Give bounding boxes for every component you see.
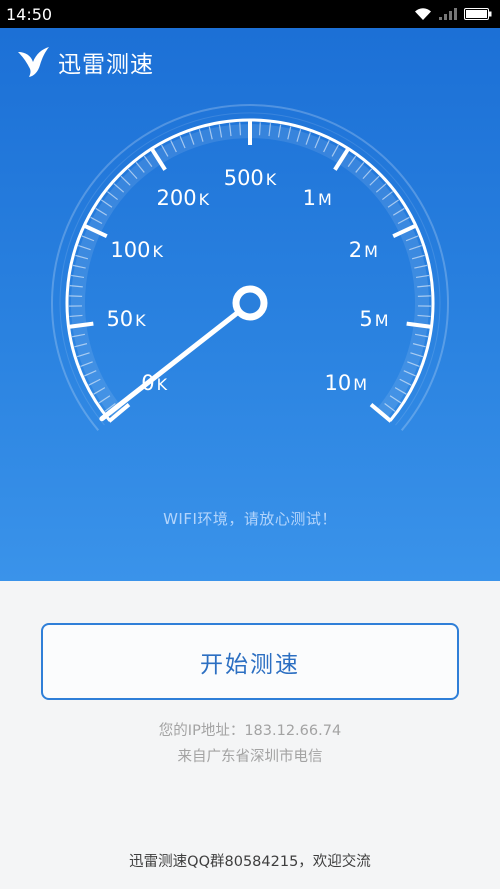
- gauge-label: 100 K: [110, 238, 163, 262]
- gauge-label-value: 50: [106, 307, 134, 332]
- gauge-label: 5M: [359, 307, 388, 331]
- gauge-label-value: 0: [141, 371, 155, 396]
- gauge-label-unit: M: [317, 189, 332, 209]
- ip-location-text: 来自广东省深圳市电信: [177, 749, 323, 765]
- gauge-label-value: 10: [324, 371, 352, 396]
- ip-info: 您的IP地址：183.12.66.74 来自广东省深圳市电信: [0, 718, 500, 770]
- footer-qq-group: 迅雷测速QQ群80584215，欢迎交流: [129, 854, 371, 870]
- gauge-outer-ring-inner: [59, 112, 441, 426]
- battery-icon: [464, 8, 492, 20]
- gauge-needle-hub: [232, 285, 268, 321]
- gauge-label-unit: K: [135, 311, 146, 331]
- gauge-label-unit: M: [364, 242, 378, 262]
- gauge-label-unit: M: [353, 375, 368, 395]
- ip-address-text: 您的IP地址：183.12.66.74: [158, 723, 342, 739]
- gauge-label-unit: K: [152, 242, 164, 262]
- gauge-label-unit: M: [374, 311, 389, 331]
- speed-gauge: [51, 104, 449, 431]
- gauge-outer-ring: [51, 104, 449, 431]
- gauge-label: 200 K: [157, 186, 210, 210]
- status-time: 14:50: [6, 4, 53, 24]
- gauge-minor-tick: [69, 295, 83, 298]
- gauge-major-tick: [67, 321, 94, 329]
- gauge-minor-tick: [417, 295, 431, 298]
- gauge-label-value: 200: [156, 185, 197, 210]
- gauge-label: 2M: [349, 238, 378, 262]
- gauge-label-unit: K: [198, 189, 210, 209]
- start-test-button[interactable]: 开始测速: [41, 623, 459, 700]
- status-icons: [414, 0, 492, 28]
- gauge-minor-tick: [258, 122, 261, 136]
- gauge-label: 10 M: [324, 371, 367, 395]
- network-hint: WIFI环境，请放心测试！: [163, 510, 337, 528]
- gauge-label-unit: K: [265, 170, 277, 189]
- speed-gauge-panel: 迅雷测速 0 K 50 K 100 K 200 K 500 K 1 M 2 M 5 M 10 M WIFI环境，请…: [0, 28, 500, 581]
- gauge-label: 1M: [303, 186, 332, 210]
- gauge-label-value: 500: [223, 166, 264, 190]
- wifi-icon: [415, 8, 431, 20]
- gauge-label-unit: K: [156, 375, 168, 395]
- gauge-label-value: 1: [302, 185, 316, 210]
- gauge-label: 50 K: [106, 307, 145, 331]
- gauge-label-value: 100: [110, 238, 151, 263]
- gauge-minor-tick: [239, 122, 242, 136]
- signal-icon: [439, 8, 457, 20]
- status-bar: 14:50: [0, 0, 500, 28]
- gauge-major-tick: [406, 321, 433, 329]
- gauge-label: 0K: [141, 371, 167, 395]
- gauge-label: 500 K: [224, 166, 277, 190]
- gauge-label-value: 5: [359, 307, 373, 332]
- gauge-label-value: 2: [348, 238, 363, 263]
